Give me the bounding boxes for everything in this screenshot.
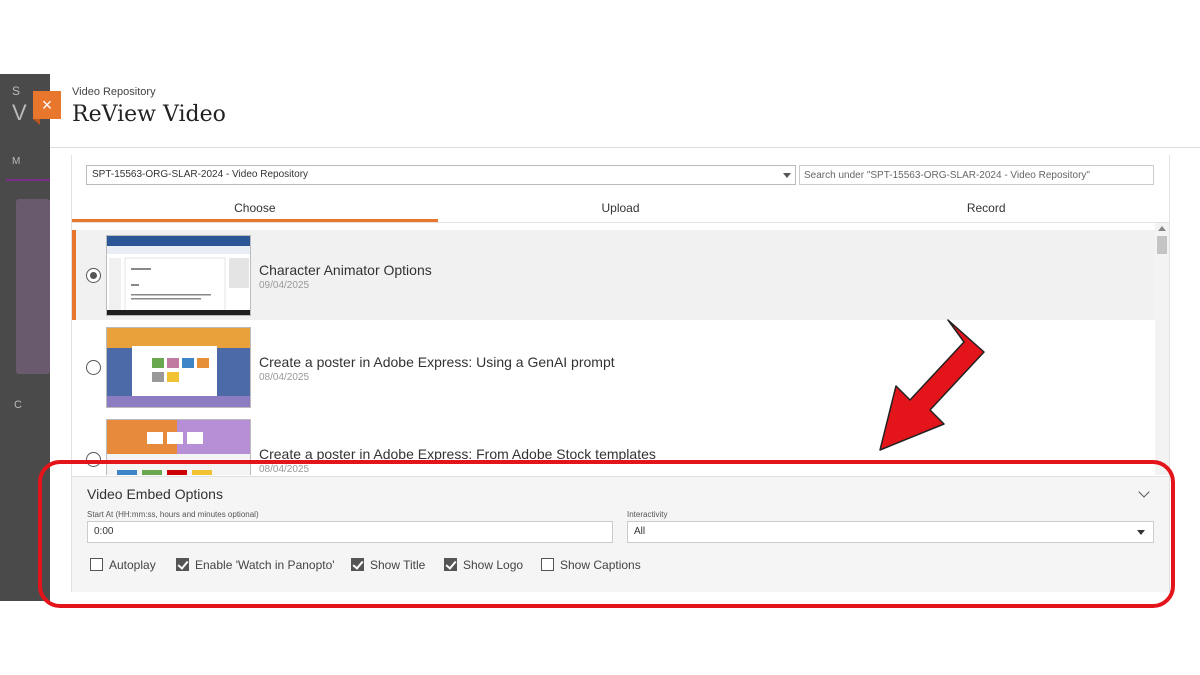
list-item[interactable]: Character Animator Options 09/04/2025	[72, 230, 1155, 320]
tab-record[interactable]: Record	[803, 197, 1169, 222]
background-text: C	[14, 399, 22, 411]
video-title: Create a poster in Adobe Express: From A…	[259, 446, 656, 462]
start-at-value: 0:00	[94, 526, 114, 537]
video-thumbnail	[106, 327, 251, 408]
breadcrumb: Video Repository	[72, 86, 156, 98]
video-date: 08/04/2025	[259, 464, 310, 475]
checkbox-icon	[541, 558, 554, 571]
checkbox-label: Show Logo	[463, 558, 524, 572]
folder-select[interactable]: SPT-15563-ORG-SLAR-2024 - Video Reposito…	[86, 165, 796, 185]
scrollbar-thumb[interactable]	[1157, 236, 1167, 254]
start-at-label: Start At (HH:mm:ss, hours and minutes op…	[87, 510, 259, 519]
background-tab-underline	[6, 179, 50, 181]
video-title: Character Animator Options	[259, 262, 432, 278]
tab-choose[interactable]: Choose	[72, 197, 438, 222]
radio-button[interactable]	[86, 452, 101, 467]
checkbox-icon	[90, 558, 103, 571]
close-icon: ×	[41, 95, 53, 115]
close-button[interactable]: ×	[33, 91, 61, 125]
video-thumbnail	[106, 419, 251, 475]
start-at-input[interactable]: 0:00	[87, 521, 613, 543]
radio-button[interactable]	[86, 268, 101, 283]
checkbox-label: Show Title	[370, 558, 426, 572]
tab-upload[interactable]: Upload	[438, 197, 804, 222]
checkbox-label: Enable 'Watch in Panopto'	[195, 558, 335, 572]
background-text: M	[12, 156, 21, 167]
video-thumbnail	[106, 235, 251, 316]
background-text: V	[12, 100, 27, 125]
interactivity-value: All	[634, 526, 646, 537]
list-item[interactable]: Create a poster in Adobe Express: Using …	[72, 322, 1155, 412]
list-item[interactable]: Create a poster in Adobe Express: From A…	[72, 414, 1155, 475]
embed-options-title: Video Embed Options	[87, 486, 223, 502]
video-date: 08/04/2025	[259, 372, 310, 383]
background-page: S V M C	[0, 74, 50, 601]
dialog-title: ReView Video	[72, 102, 226, 127]
background-card	[16, 199, 50, 374]
video-title: Create a poster in Adobe Express: Using …	[259, 354, 615, 370]
interactivity-select[interactable]: All	[627, 521, 1154, 543]
background-text: S	[12, 84, 21, 98]
checkbox-label: Autoplay	[109, 558, 156, 572]
dropdown-arrow-icon	[1137, 530, 1145, 535]
video-date: 09/04/2025	[259, 280, 310, 291]
checkbox-checked-icon	[176, 558, 189, 571]
list-scrollbar[interactable]	[1155, 223, 1169, 475]
radio-button[interactable]	[86, 360, 101, 375]
video-list: Character Animator Options 09/04/2025 Cr…	[72, 230, 1155, 475]
checkbox-checked-icon	[444, 558, 457, 571]
header-divider	[50, 147, 1200, 148]
folder-select-value: SPT-15563-ORG-SLAR-2024 - Video Reposito…	[92, 169, 309, 180]
checkbox-checked-icon	[351, 558, 364, 571]
tab-bar: Choose Upload Record	[72, 197, 1169, 223]
checkbox-label: Show Captions	[560, 558, 641, 572]
interactivity-label: Interactivity	[627, 510, 668, 519]
scroll-up-icon[interactable]	[1158, 226, 1166, 231]
search-input[interactable]	[799, 165, 1154, 185]
dropdown-arrow-icon	[783, 173, 791, 178]
